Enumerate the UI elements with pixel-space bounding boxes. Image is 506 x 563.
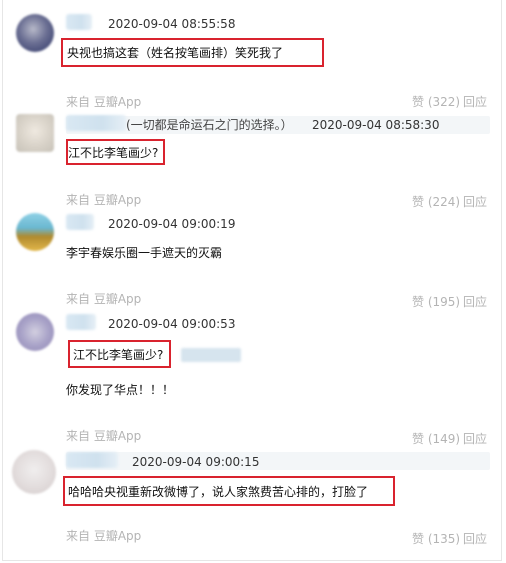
highlight-box <box>61 38 324 67</box>
username-blurred[interactable] <box>66 314 96 330</box>
username-blurred[interactable] <box>66 115 126 131</box>
avatar[interactable] <box>12 450 56 494</box>
highlight-box <box>63 476 395 506</box>
comment-text: 李宇春娱乐圈一手遮天的灭霸 <box>66 246 223 260</box>
like-button[interactable]: 赞 (135) <box>412 531 460 547</box>
reply-button[interactable]: 回应 <box>463 431 487 447</box>
quoted-user-blurred <box>181 348 241 362</box>
avatar[interactable] <box>16 213 54 251</box>
comment-source: 来自 豆瓣App <box>66 193 142 207</box>
highlight-box <box>66 139 165 165</box>
reply-button[interactable]: 回应 <box>463 294 487 310</box>
like-button[interactable]: 赞 (195) <box>412 294 460 310</box>
comment-text: 你发现了华点！！！ <box>66 383 175 397</box>
reply-button[interactable]: 回应 <box>463 94 487 110</box>
avatar[interactable] <box>16 114 54 152</box>
highlight-box <box>68 340 171 368</box>
comment-source: 来自 豆瓣App <box>66 529 142 543</box>
username-blurred[interactable] <box>66 452 118 468</box>
like-button[interactable]: 赞 (322) <box>412 94 460 110</box>
reply-button[interactable]: 回应 <box>463 194 487 210</box>
avatar[interactable] <box>16 313 54 351</box>
comment-source: 来自 豆瓣App <box>66 429 142 443</box>
comment-source: 来自 豆瓣App <box>66 292 142 306</box>
like-button[interactable]: 赞 (224) <box>412 194 460 210</box>
like-button[interactable]: 赞 (149) <box>412 431 460 447</box>
quote-reference: (一切都是命运石之门的选择。） <box>126 118 293 132</box>
comment-source: 来自 豆瓣App <box>66 95 142 109</box>
avatar[interactable] <box>16 14 54 52</box>
username-blurred[interactable] <box>66 14 92 30</box>
comment-timestamp: 2020-09-04 08:55:58 <box>108 17 236 31</box>
comment-timestamp: 2020-09-04 09:00:15 <box>132 455 260 469</box>
comment-timestamp: 2020-09-04 09:00:53 <box>108 317 236 331</box>
quote-header-bg <box>66 452 490 470</box>
username-blurred[interactable] <box>66 214 94 230</box>
reply-button[interactable]: 回应 <box>463 531 487 547</box>
comment-timestamp: 2020-09-04 08:58:30 <box>312 118 440 132</box>
comment-timestamp: 2020-09-04 09:00:19 <box>108 217 236 231</box>
